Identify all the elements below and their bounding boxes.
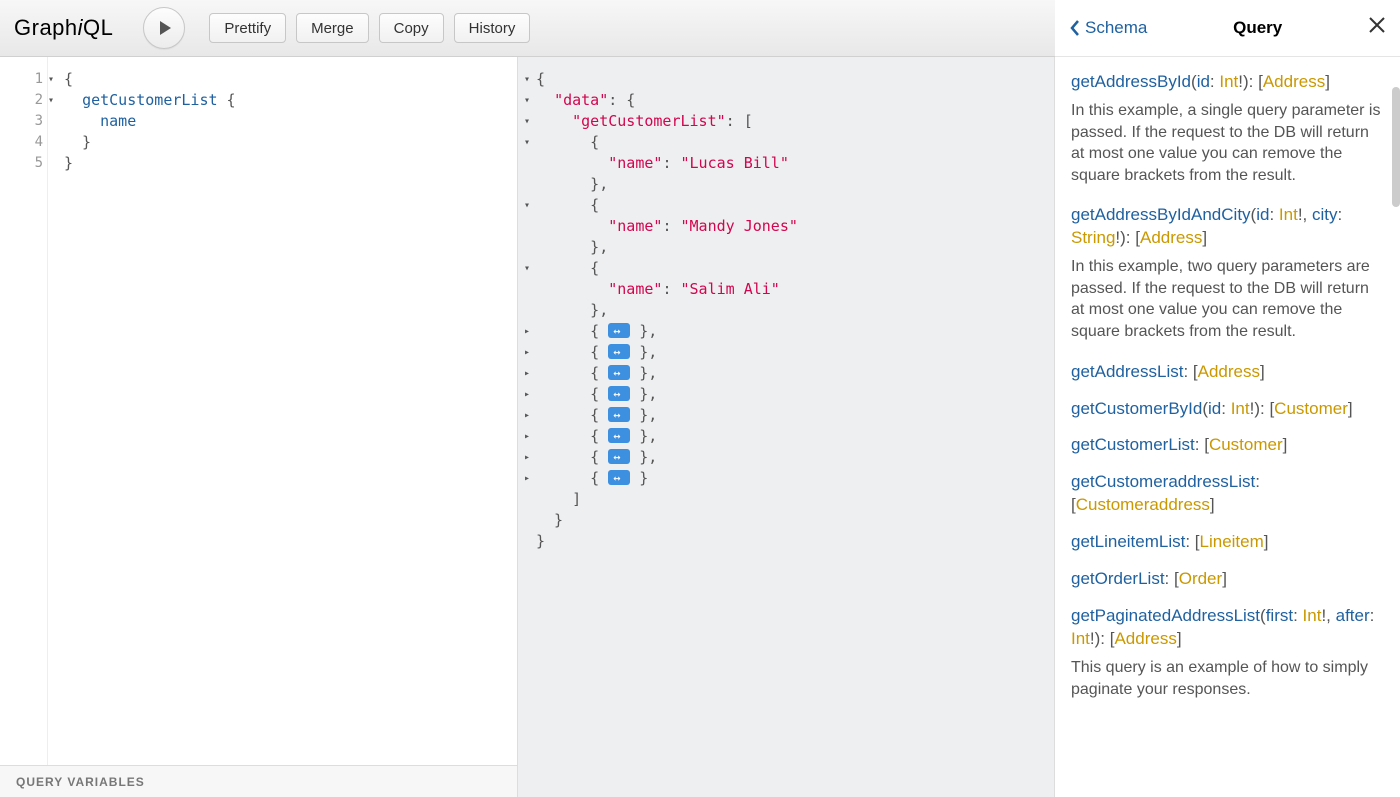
expand-collapsed-icon[interactable]: [608, 407, 630, 422]
line-gutter: 12345: [0, 57, 48, 765]
close-icon: [1368, 16, 1386, 34]
play-icon: [157, 20, 173, 36]
doc-content[interactable]: getAddressById(id: Int!): [Address] In th…: [1055, 57, 1400, 732]
graphiql-logo: GraphiQL: [14, 15, 113, 41]
main: 12345 ▾▾ { getCustomerList { name }} QUE…: [0, 57, 1400, 797]
expand-collapsed-icon[interactable]: [608, 365, 630, 380]
expand-collapsed-icon[interactable]: [608, 323, 630, 338]
query-code[interactable]: { getCustomerList { name }}: [64, 57, 236, 765]
chevron-left-icon: [1069, 19, 1081, 37]
merge-button[interactable]: Merge: [296, 13, 369, 43]
doc-field-signature[interactable]: getLineitemList: [Lineitem]: [1071, 531, 1384, 554]
execute-button[interactable]: [143, 7, 185, 49]
query-variables-header[interactable]: QUERY VARIABLES: [0, 765, 517, 797]
doc-field-signature[interactable]: getPaginatedAddressList(first: Int!, aft…: [1071, 605, 1384, 651]
doc-back-button[interactable]: Schema: [1069, 18, 1147, 38]
doc-field-signature[interactable]: getCustomerList: [Customer]: [1071, 434, 1384, 457]
doc-field-signature[interactable]: getCustomerById(id: Int!): [Customer]: [1071, 398, 1384, 421]
doc-field-signature[interactable]: getCustomeraddressList: [Customeraddress…: [1071, 471, 1384, 517]
doc-field-signature[interactable]: getAddressList: [Address]: [1071, 361, 1384, 384]
fold-gutter[interactable]: ▾▾: [48, 57, 64, 765]
doc-field-signature[interactable]: getOrderList: [Order]: [1071, 568, 1384, 591]
result-fold-gutter[interactable]: ▾▾▾▾▾▾▸▸▸▸▸▸▸▸: [518, 69, 536, 552]
expand-collapsed-icon[interactable]: [608, 470, 630, 485]
expand-collapsed-icon[interactable]: [608, 386, 630, 401]
doc-field-signature[interactable]: getAddressByIdAndCity(id: Int!, city: St…: [1071, 204, 1384, 250]
expand-collapsed-icon[interactable]: [608, 449, 630, 464]
doc-title: Query: [1233, 18, 1282, 38]
expand-collapsed-icon[interactable]: [608, 344, 630, 359]
doc-explorer: Schema Query getAddressById(id: Int!): […: [1054, 57, 1400, 797]
doc-close-button[interactable]: [1368, 16, 1386, 40]
doc-back-label: Schema: [1085, 18, 1147, 38]
result-pane: ▾▾▾▾▾▾▸▸▸▸▸▸▸▸ { "data": { "getCustomerL…: [518, 57, 1054, 797]
doc-header: Schema Query: [1055, 0, 1400, 57]
result-code: { "data": { "getCustomerList": [ { "name…: [536, 69, 798, 552]
expand-collapsed-icon[interactable]: [608, 428, 630, 443]
doc-field-description: In this example, a single query paramete…: [1071, 100, 1384, 186]
query-editor[interactable]: 12345 ▾▾ { getCustomerList { name }}: [0, 57, 517, 765]
prettify-button[interactable]: Prettify: [209, 13, 286, 43]
history-button[interactable]: History: [454, 13, 531, 43]
copy-button[interactable]: Copy: [379, 13, 444, 43]
query-editor-pane: 12345 ▾▾ { getCustomerList { name }} QUE…: [0, 57, 518, 797]
doc-field-description: This query is an example of how to simpl…: [1071, 657, 1384, 700]
doc-field-signature[interactable]: getAddressById(id: Int!): [Address]: [1071, 71, 1384, 94]
doc-field-description: In this example, two query parameters ar…: [1071, 256, 1384, 342]
